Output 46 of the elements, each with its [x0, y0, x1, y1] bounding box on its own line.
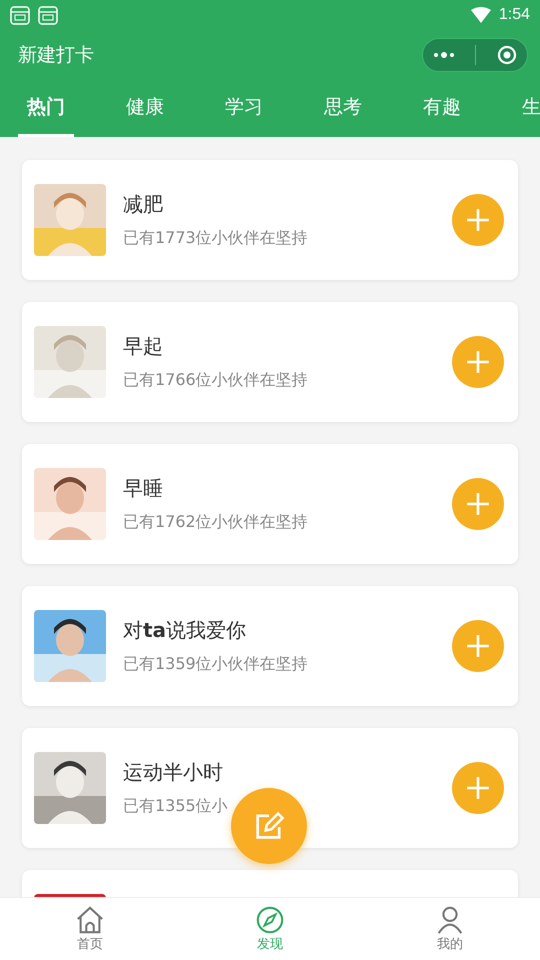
habit-title: 减肥 — [123, 191, 164, 218]
category-tab[interactable]: 学习 — [216, 80, 315, 137]
category-tab[interactable]: 热门 — [18, 80, 74, 137]
plus-icon — [465, 633, 491, 659]
add-button[interactable] — [452, 336, 504, 388]
habit-count: 已有1773位小伙伴在坚持 — [123, 228, 309, 249]
more-icon[interactable] — [433, 51, 456, 59]
habit-card[interactable]: 对ta说我爱你 已有1359位小伙伴在坚持 — [22, 586, 518, 706]
app-icon — [38, 5, 58, 25]
habit-title: 早睡 — [123, 475, 164, 502]
nav-label: 首页 — [77, 936, 103, 953]
person-icon — [435, 905, 465, 935]
habit-card[interactable]: 早睡 已有1762位小伙伴在坚持 — [22, 444, 518, 564]
category-tab[interactable]: 健康 — [117, 80, 216, 137]
habit-title: 对ta说我爱你 — [123, 617, 248, 644]
habit-count: 已有1355位小 — [123, 796, 229, 817]
plus-icon — [465, 775, 491, 801]
habit-count: 已有1766位小伙伴在坚持 — [123, 370, 309, 391]
habit-card[interactable]: 运动半小时 已有1355位小 — [22, 728, 518, 848]
category-tab[interactable]: 生 — [513, 80, 540, 137]
nav-item[interactable]: 首页 — [0, 898, 180, 960]
habit-card[interactable]: 减肥 已有1773位小伙伴在坚持 — [22, 160, 518, 280]
nav-label: 发现 — [257, 936, 283, 953]
app-icon — [10, 5, 30, 25]
wifi-icon — [470, 7, 491, 23]
plus-icon — [465, 491, 491, 517]
add-button[interactable] — [452, 478, 504, 530]
plus-icon — [465, 207, 491, 233]
add-button[interactable] — [452, 762, 504, 814]
category-tab[interactable]: 有趣 — [414, 80, 513, 137]
habit-count: 已有1762位小伙伴在坚持 — [123, 512, 309, 533]
habit-count: 已有1359位小伙伴在坚持 — [123, 654, 309, 675]
status-time: 1:54 — [498, 6, 530, 24]
add-button[interactable] — [452, 194, 504, 246]
nav-item[interactable]: 发现 — [180, 898, 360, 960]
add-button[interactable] — [452, 620, 504, 672]
category-tab[interactable]: 思考 — [315, 80, 414, 137]
nav-item[interactable]: 我的 — [360, 898, 540, 960]
habit-card[interactable]: 早起 已有1766位小伙伴在坚持 — [22, 302, 518, 422]
plus-icon — [465, 349, 491, 375]
habit-title: 早起 — [123, 333, 164, 360]
page-title: 新建打卡 — [18, 43, 94, 68]
nav-label: 我的 — [437, 936, 463, 953]
habit-title: 运动半小时 — [123, 759, 224, 786]
compass-icon — [255, 905, 285, 935]
home-icon — [75, 905, 105, 935]
